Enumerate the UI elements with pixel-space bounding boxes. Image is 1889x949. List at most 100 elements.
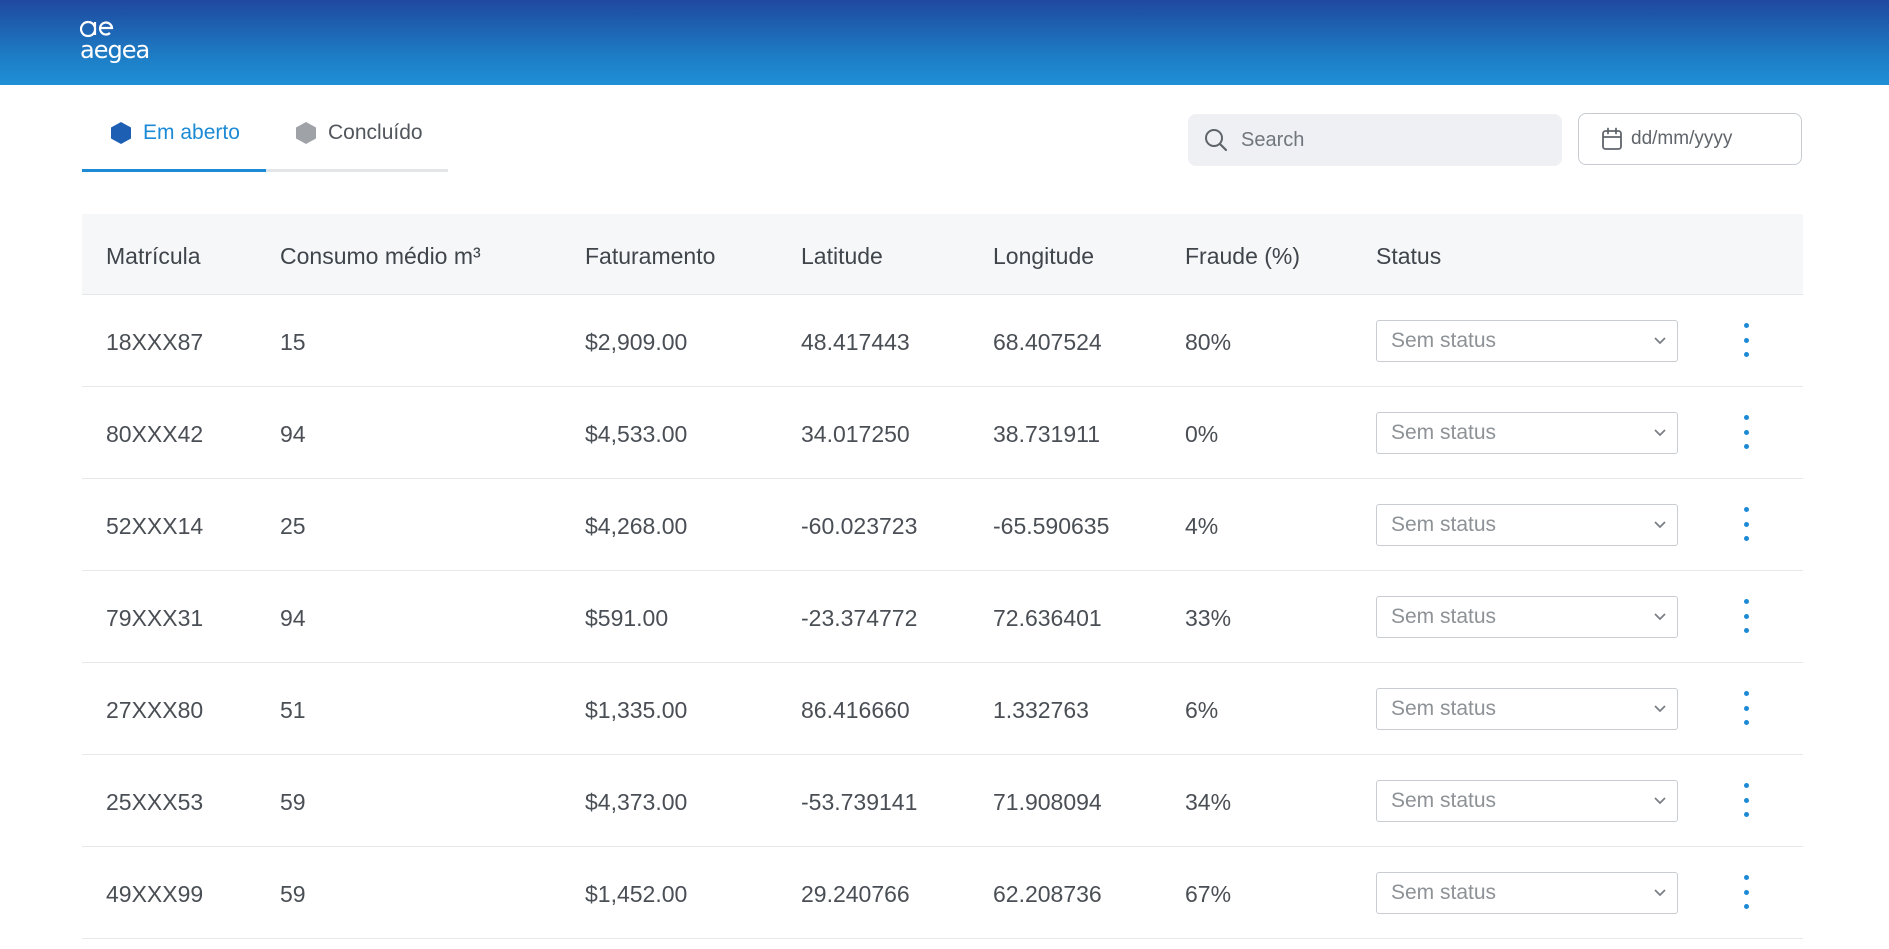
chevron-down-icon bbox=[1654, 889, 1666, 897]
cell-fraude: 4% bbox=[1185, 513, 1219, 539]
cell-fraude: 80% bbox=[1185, 329, 1232, 355]
cell-matricula: 18XXX87 bbox=[106, 329, 204, 355]
cell-consumo: 94 bbox=[280, 605, 306, 631]
row-actions-kebab-icon[interactable] bbox=[1736, 783, 1756, 817]
cell-longitude: 62.208736 bbox=[993, 881, 1102, 907]
date-filter-field[interactable]: dd/mm/yyyy bbox=[1578, 113, 1802, 165]
column-header-latitude[interactable]: Latitude bbox=[801, 214, 883, 298]
cell-latitude: -23.374772 bbox=[801, 605, 918, 631]
search-box[interactable] bbox=[1188, 114, 1562, 166]
cell-faturamento: $4,373.00 bbox=[585, 789, 688, 815]
results-table: Matrícula Consumo médio m³ Faturamento L… bbox=[82, 214, 1803, 939]
row-actions-kebab-icon[interactable] bbox=[1736, 415, 1756, 449]
cell-fraude: 67% bbox=[1185, 881, 1232, 907]
status-tabs: Em aberto Concluído bbox=[82, 105, 448, 172]
cell-faturamento: $1,452.00 bbox=[585, 881, 688, 907]
cell-consumo: 59 bbox=[280, 881, 306, 907]
column-header-fraude[interactable]: Fraude (%) bbox=[1185, 214, 1300, 298]
tab-label: Em aberto bbox=[143, 121, 240, 144]
cell-faturamento: $4,533.00 bbox=[585, 421, 688, 447]
cell-latitude: -53.739141 bbox=[801, 789, 918, 815]
row-actions-kebab-icon[interactable] bbox=[1736, 507, 1756, 541]
cell-latitude: 29.240766 bbox=[801, 881, 910, 907]
cell-fraude: 34% bbox=[1185, 789, 1232, 815]
cell-consumo: 51 bbox=[280, 697, 306, 723]
cell-longitude: 71.908094 bbox=[993, 789, 1102, 815]
row-actions-kebab-icon[interactable] bbox=[1736, 599, 1756, 633]
cell-fraude: 33% bbox=[1185, 605, 1232, 631]
table-row: 25XXX53 59 $4,373.00 -53.739141 71.90809… bbox=[82, 755, 1803, 847]
status-select-value: Sem status bbox=[1391, 513, 1497, 536]
chevron-down-icon bbox=[1654, 705, 1666, 713]
hexagon-icon bbox=[296, 122, 316, 144]
hexagon-icon bbox=[111, 122, 131, 144]
date-placeholder: dd/mm/yyyy bbox=[1631, 128, 1733, 149]
cell-fraude: 6% bbox=[1185, 697, 1219, 723]
cell-consumo: 59 bbox=[280, 789, 306, 815]
status-select[interactable]: Sem status bbox=[1376, 320, 1678, 362]
cell-consumo: 94 bbox=[280, 421, 306, 447]
top-header-bar: aegea bbox=[0, 0, 1889, 85]
cell-latitude: 48.417443 bbox=[801, 329, 910, 355]
cell-latitude: 34.017250 bbox=[801, 421, 910, 447]
table-row: 49XXX99 59 $1,452.00 29.240766 62.208736… bbox=[82, 847, 1803, 939]
status-select[interactable]: Sem status bbox=[1376, 872, 1678, 914]
cell-faturamento: $1,335.00 bbox=[585, 697, 688, 723]
cell-matricula: 27XXX80 bbox=[106, 697, 204, 723]
cell-consumo: 25 bbox=[280, 513, 306, 539]
status-select-value: Sem status bbox=[1391, 881, 1497, 904]
cell-matricula: 25XXX53 bbox=[106, 789, 204, 815]
chevron-down-icon bbox=[1654, 797, 1666, 805]
cell-longitude: 68.407524 bbox=[993, 329, 1102, 355]
status-select[interactable]: Sem status bbox=[1376, 504, 1678, 546]
row-actions-kebab-icon[interactable] bbox=[1736, 691, 1756, 725]
cell-latitude: 86.416660 bbox=[801, 697, 910, 723]
row-actions-kebab-icon[interactable] bbox=[1736, 875, 1756, 909]
column-header-longitude[interactable]: Longitude bbox=[993, 214, 1094, 298]
chevron-down-icon bbox=[1654, 521, 1666, 529]
cell-longitude: -65.590635 bbox=[993, 513, 1110, 539]
cell-latitude: -60.023723 bbox=[801, 513, 918, 539]
chevron-down-icon bbox=[1654, 429, 1666, 437]
column-header-matricula[interactable]: Matrícula bbox=[106, 214, 201, 298]
cell-matricula: 79XXX31 bbox=[106, 605, 204, 631]
status-select[interactable]: Sem status bbox=[1376, 780, 1678, 822]
status-select-value: Sem status bbox=[1391, 697, 1497, 720]
tab-concluido[interactable]: Concluído bbox=[266, 105, 448, 169]
table-header-row: Matrícula Consumo médio m³ Faturamento L… bbox=[82, 214, 1803, 295]
search-input[interactable] bbox=[1239, 127, 1543, 153]
cell-longitude: 38.731911 bbox=[993, 421, 1101, 447]
chevron-down-icon bbox=[1654, 613, 1666, 621]
status-select[interactable]: Sem status bbox=[1376, 688, 1678, 730]
table-row: 18XXX87 15 $2,909.00 48.417443 68.407524… bbox=[82, 295, 1803, 387]
cell-faturamento: $4,268.00 bbox=[585, 513, 688, 539]
table-row: 52XXX14 25 $4,268.00 -60.023723 -65.5906… bbox=[82, 479, 1803, 571]
calendar-icon bbox=[1602, 127, 1622, 150]
table-row: 80XXX42 94 $4,533.00 34.017250 38.731911… bbox=[82, 387, 1803, 479]
aegea-logo[interactable]: aegea bbox=[80, 16, 150, 64]
tab-label: Concluído bbox=[328, 121, 423, 144]
status-select-value: Sem status bbox=[1391, 789, 1497, 812]
status-select-value: Sem status bbox=[1391, 329, 1497, 352]
tab-em-aberto[interactable]: Em aberto bbox=[82, 105, 266, 172]
cell-faturamento: $591.00 bbox=[585, 605, 669, 631]
status-select[interactable]: Sem status bbox=[1376, 412, 1678, 454]
row-actions-kebab-icon[interactable] bbox=[1736, 323, 1756, 357]
status-select-value: Sem status bbox=[1391, 421, 1497, 444]
status-select-value: Sem status bbox=[1391, 605, 1497, 628]
column-header-faturamento[interactable]: Faturamento bbox=[585, 214, 715, 298]
table-body: 18XXX87 15 $2,909.00 48.417443 68.407524… bbox=[82, 295, 1803, 939]
column-header-status[interactable]: Status bbox=[1376, 214, 1441, 298]
cell-consumo: 15 bbox=[280, 329, 306, 355]
cell-matricula: 49XXX99 bbox=[106, 881, 204, 907]
status-select[interactable]: Sem status bbox=[1376, 596, 1678, 638]
column-header-consumo[interactable]: Consumo médio m³ bbox=[280, 214, 481, 298]
cell-matricula: 52XXX14 bbox=[106, 513, 204, 539]
cell-longitude: 1.332763 bbox=[993, 697, 1089, 723]
chevron-down-icon bbox=[1654, 337, 1666, 345]
table-row: 79XXX31 94 $591.00 -23.374772 72.636401 … bbox=[82, 571, 1803, 663]
table-row: 27XXX80 51 $1,335.00 86.416660 1.332763 … bbox=[82, 663, 1803, 755]
cell-matricula: 80XXX42 bbox=[106, 421, 204, 447]
cell-faturamento: $2,909.00 bbox=[585, 329, 688, 355]
logo-wordmark: aegea bbox=[80, 36, 150, 64]
